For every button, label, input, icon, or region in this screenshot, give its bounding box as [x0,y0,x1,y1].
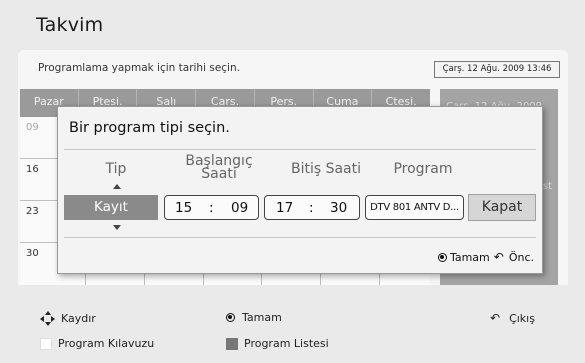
move-label: Kaydır [61,312,96,325]
program-label: Program [393,161,453,177]
end-time-field[interactable]: 17 : 30 [264,195,360,220]
page-title: Takvim [36,14,104,36]
ok-button-icon [226,313,235,322]
program-guide-hint: Program Kılavuzu [40,337,154,350]
exit-hint: ↶ Çıkış [488,311,535,325]
end-minute: 30 [330,200,348,216]
end-hour: 17 [276,200,294,216]
time-separator: : [209,200,214,216]
day-number: 30 [26,248,39,259]
time-separator: : [309,200,314,216]
program-type-dialog: Bir program tipi seçin. Tip Başlangıç Sa… [57,106,543,274]
back-arrow-icon: ↶ [493,250,504,264]
type-up-arrow-icon[interactable] [113,184,121,189]
gray-key-icon [226,337,238,350]
start-time-label: Başlangıç Saati [185,153,253,182]
day-number: 23 [26,206,39,217]
start-hour: 15 [175,200,193,216]
start-time-field[interactable]: 15 : 09 [164,195,259,220]
guide-label: Program Kılavuzu [58,337,155,350]
calendar-screen: Takvim Programlama yapmak için tarihi se… [0,0,585,363]
dialog-footer: Tamam ↶ Önc. [437,250,534,264]
dialog-divider [64,237,536,238]
day-number: 16 [26,164,39,175]
navigation-arrows-icon [40,311,55,326]
move-hint: Kaydır [40,311,96,326]
dialog-title: Bir program tipi seçin. [69,120,230,136]
current-date-badge: Çarş. 12 Ağu. 2009 13:46 [434,61,560,78]
type-selector[interactable]: Kayıt [64,195,158,220]
type-label: Tip [105,161,127,177]
dialog-divider [64,149,536,150]
program-selector[interactable]: DTV 801 ANTV D... [365,195,464,220]
white-key-icon [40,337,52,350]
program-list-hint: Program Listesi [226,337,329,350]
ok-hint: Tamam [226,311,282,324]
side-list-text: st [542,181,552,192]
close-button[interactable]: Kapat [468,194,536,221]
exit-label: Çıkış [509,311,535,325]
list-label: Program Listesi [244,337,329,350]
end-time-label: Bitiş Saati [290,161,362,177]
ok-button-icon [437,252,447,262]
instruction-text: Programlama yapmak için tarihi seçin. [38,62,240,74]
dialog-ok-label[interactable]: Tamam [450,251,490,264]
day-number: 09 [26,122,39,133]
bottom-help-bar: Kaydır Tamam ↶ Çıkış Program Kılavuzu Pr… [18,296,568,358]
dialog-back-label[interactable]: Önc. [509,251,534,264]
start-minute: 09 [231,200,249,216]
exit-arrow-icon: ↶ [490,311,501,325]
ok-label: Tamam [242,311,282,324]
type-down-arrow-icon[interactable] [113,225,121,230]
